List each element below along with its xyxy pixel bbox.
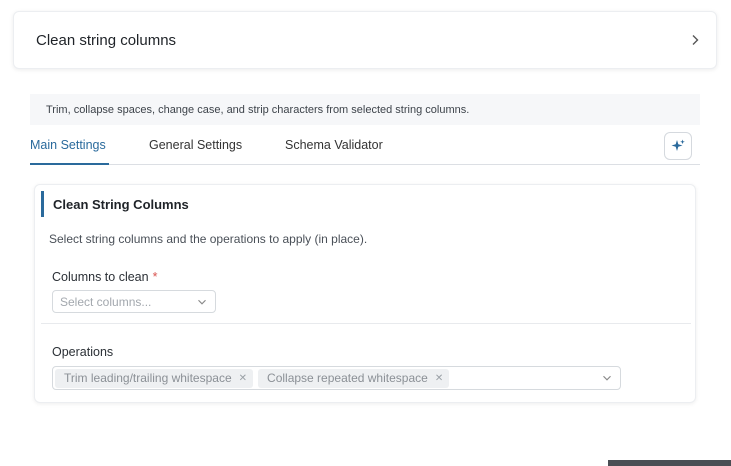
columns-field-label: Columns to clean *: [52, 270, 157, 284]
columns-field-label-text: Columns to clean: [52, 270, 149, 284]
settings-tabs: Main Settings General Settings Schema Va…: [30, 130, 700, 165]
required-mark: *: [152, 270, 158, 284]
operation-tag-label: Trim leading/trailing whitespace: [64, 371, 232, 385]
operation-tag: Collapse repeated whitespace ✕: [258, 368, 450, 388]
panel-description: Select string columns and the operations…: [49, 232, 368, 246]
active-tab-indicator: [30, 163, 109, 165]
tab-general-settings[interactable]: General Settings: [149, 138, 242, 152]
chevron-down-icon: [603, 375, 611, 381]
node-description: Trim, collapse spaces, change case, and …: [30, 94, 700, 125]
bottom-toolbar-edge: [608, 460, 731, 466]
remove-tag-icon[interactable]: ✕: [239, 373, 247, 384]
tab-schema-validator[interactable]: Schema Validator: [285, 138, 383, 152]
settings-panel: Clean String Columns Select string colum…: [34, 184, 696, 403]
tab-main-settings[interactable]: Main Settings: [30, 138, 106, 152]
node-title: Clean string columns: [36, 31, 177, 49]
columns-select[interactable]: Select columns...: [52, 290, 216, 313]
panel-title-text: Clean String Columns: [53, 196, 189, 212]
remove-tag-icon[interactable]: ✕: [435, 373, 443, 384]
panel-title: Clean String Columns: [41, 191, 189, 217]
sparkle-icon: [671, 139, 685, 151]
columns-select-placeholder: Select columns...: [60, 294, 152, 309]
ai-assist-button[interactable]: [664, 132, 692, 160]
chevron-right-icon[interactable]: [688, 33, 702, 47]
section-divider: [41, 323, 691, 324]
operation-tag-label: Collapse repeated whitespace: [267, 371, 428, 385]
node-description-text: Trim, collapse spaces, change case, and …: [46, 103, 470, 116]
chevron-down-icon: [198, 299, 206, 305]
node-header-card[interactable]: Clean string columns: [13, 11, 717, 69]
operation-tag: Trim leading/trailing whitespace ✕: [55, 368, 254, 388]
operations-field-label: Operations: [52, 345, 114, 359]
operations-multiselect[interactable]: Trim leading/trailing whitespace ✕ Colla…: [52, 366, 621, 390]
